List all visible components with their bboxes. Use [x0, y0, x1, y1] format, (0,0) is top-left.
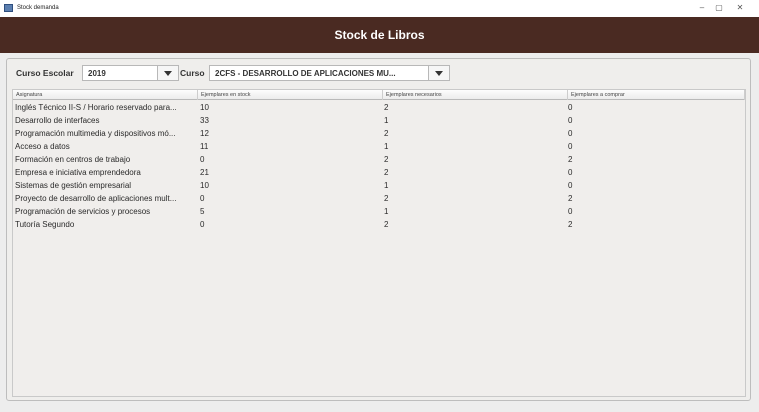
cell-asignatura: Inglés Técnico II-S / Horario reservado … [15, 103, 177, 112]
cell-asignatura: Programación multimedia y dispositivos m… [15, 129, 176, 138]
app-icon [4, 4, 13, 12]
cell-asignatura: Empresa e iniciativa emprendedora [15, 168, 141, 177]
cell-necesarios: 2 [384, 220, 389, 229]
table-row[interactable]: Programación de servicios y procesos 5 1… [13, 205, 745, 218]
table-row[interactable]: Tutoría Segundo 0 2 2 [13, 218, 745, 231]
cell-asignatura: Proyecto de desarrollo de aplicaciones m… [15, 194, 177, 203]
cell-stock: 12 [200, 129, 209, 138]
cell-asignatura: Programación de servicios y procesos [15, 207, 151, 216]
curso-label: Curso [180, 68, 205, 78]
cell-comprar: 0 [568, 181, 573, 190]
cell-necesarios: 2 [384, 129, 389, 138]
cell-stock: 5 [200, 207, 205, 216]
table-body: Inglés Técnico II-S / Horario reservado … [13, 101, 745, 231]
cell-asignatura: Acceso a datos [15, 142, 70, 151]
cell-stock: 10 [200, 181, 209, 190]
main-content: Curso Escolar 2019 Curso 2CFS - DESARROL… [0, 53, 759, 412]
table-row[interactable]: Inglés Técnico II-S / Horario reservado … [13, 101, 745, 114]
cell-necesarios: 1 [384, 207, 389, 216]
stock-panel: Curso Escolar 2019 Curso 2CFS - DESARROL… [6, 58, 751, 401]
chevron-down-icon[interactable] [428, 66, 449, 80]
table-row[interactable]: Formación en centros de trabajo 0 2 2 [13, 153, 745, 166]
cell-comprar: 2 [568, 194, 573, 203]
curso-select[interactable]: 2CFS - DESARROLLO DE APLICACIONES MU... [209, 65, 450, 81]
table-row[interactable]: Desarrollo de interfaces 33 1 0 [13, 114, 745, 127]
cell-necesarios: 2 [384, 194, 389, 203]
cell-stock: 33 [200, 116, 209, 125]
cell-necesarios: 1 [384, 142, 389, 151]
cell-necesarios: 1 [384, 116, 389, 125]
stock-table: Asignatura Ejemplares en stock Ejemplare… [12, 89, 746, 397]
cell-comprar: 2 [568, 155, 573, 164]
maximize-button[interactable]: ▢ [712, 2, 726, 14]
page-title: Stock de Libros [334, 28, 425, 42]
curso-value: 2CFS - DESARROLLO DE APLICACIONES MU... [215, 69, 396, 78]
column-header-stock[interactable]: Ejemplares en stock [198, 90, 383, 100]
cell-stock: 21 [200, 168, 209, 177]
column-header-comprar[interactable]: Ejemplares a comprar [568, 90, 745, 100]
window-titlebar: Stock demanda – ▢ ✕ [0, 0, 759, 17]
cell-stock: 0 [200, 194, 205, 203]
curso-escolar-select[interactable]: 2019 [82, 65, 179, 81]
column-header-necesarios[interactable]: Ejemplares necesarios [383, 90, 568, 100]
cell-stock: 10 [200, 103, 209, 112]
window-title: Stock demanda [17, 5, 59, 11]
cell-stock: 0 [200, 155, 205, 164]
cell-asignatura: Desarrollo de interfaces [15, 116, 100, 125]
table-row[interactable]: Programación multimedia y dispositivos m… [13, 127, 745, 140]
table-row[interactable]: Empresa e iniciativa emprendedora 21 2 0 [13, 166, 745, 179]
table-row[interactable]: Proyecto de desarrollo de aplicaciones m… [13, 192, 745, 205]
app-header: Stock de Libros [0, 17, 759, 53]
cell-asignatura: Tutoría Segundo [15, 220, 75, 229]
chevron-down-icon[interactable] [157, 66, 178, 80]
cell-asignatura: Sistemas de gestión empresarial [15, 181, 132, 190]
cell-necesarios: 2 [384, 103, 389, 112]
cell-comprar: 0 [568, 116, 573, 125]
cell-comprar: 0 [568, 129, 573, 138]
cell-necesarios: 2 [384, 155, 389, 164]
table-header: Asignatura Ejemplares en stock Ejemplare… [13, 90, 745, 100]
cell-comprar: 2 [568, 220, 573, 229]
minimize-button[interactable]: – [695, 2, 709, 14]
cell-stock: 11 [200, 142, 209, 151]
column-header-asignatura[interactable]: Asignatura [13, 90, 198, 100]
cell-asignatura: Formación en centros de trabajo [15, 155, 131, 164]
table-row[interactable]: Acceso a datos 11 1 0 [13, 140, 745, 153]
cell-comprar: 0 [568, 103, 573, 112]
table-row[interactable]: Sistemas de gestión empresarial 10 1 0 [13, 179, 745, 192]
cell-comprar: 0 [568, 142, 573, 151]
cell-necesarios: 1 [384, 181, 389, 190]
close-button[interactable]: ✕ [733, 2, 747, 14]
cell-comprar: 0 [568, 207, 573, 216]
curso-escolar-label: Curso Escolar [16, 68, 74, 78]
cell-stock: 0 [200, 220, 205, 229]
cell-comprar: 0 [568, 168, 573, 177]
cell-necesarios: 2 [384, 168, 389, 177]
curso-escolar-value: 2019 [88, 69, 106, 78]
